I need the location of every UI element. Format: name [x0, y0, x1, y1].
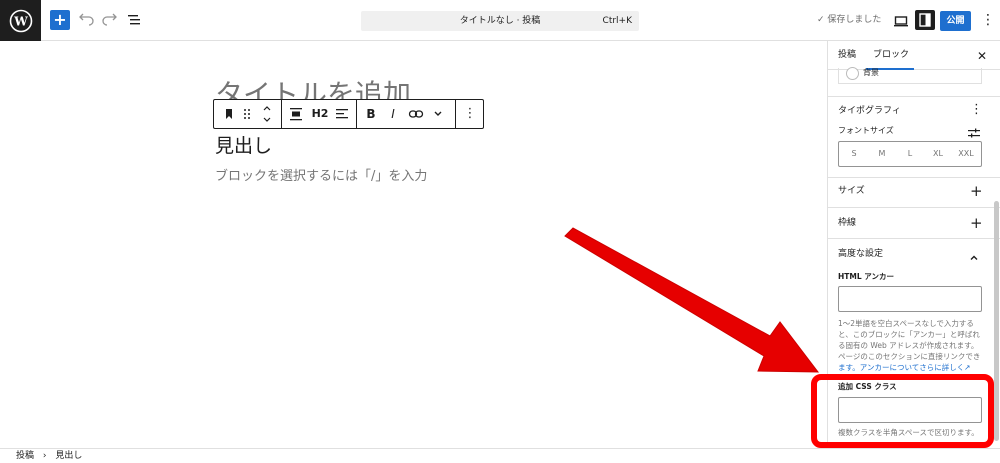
- size-panel-title[interactable]: サイズ: [838, 184, 865, 198]
- font-size-xxl[interactable]: XXL: [952, 142, 980, 166]
- font-size-picker: S M L XL XXL: [838, 141, 982, 167]
- publish-button[interactable]: 公開: [940, 11, 971, 31]
- saved-status: ✓ 保存しました: [817, 15, 882, 25]
- font-size-l[interactable]: L: [896, 142, 924, 166]
- font-size-label: フォントサイズ: [838, 126, 894, 135]
- bookmark-icon[interactable]: [218, 100, 240, 128]
- anchor-help-line: る固有の Web アドレスが作成されます。: [838, 341, 979, 350]
- typography-options-icon[interactable]: ⋮: [970, 102, 983, 118]
- desktop-preview-icon[interactable]: [894, 13, 908, 27]
- text-align-icon[interactable]: [333, 100, 351, 128]
- options-menu-icon[interactable]: ⋮: [981, 11, 995, 31]
- border-panel-title[interactable]: 枠線: [838, 216, 856, 230]
- breadcrumb-heading[interactable]: 見出し: [55, 451, 82, 461]
- sidebar-scrollbar[interactable]: [994, 201, 999, 441]
- anchor-help-line: と、このブロックに「アンカー」と呼ばれ: [838, 330, 980, 339]
- font-size-xl[interactable]: XL: [924, 142, 952, 166]
- background-color-item[interactable]: 背景: [838, 67, 982, 84]
- wordpress-logo-icon[interactable]: W: [0, 0, 41, 41]
- heading-block[interactable]: 見出し: [215, 133, 272, 159]
- align-icon[interactable]: [286, 100, 306, 128]
- command-shortcut: Ctrl+K: [602, 16, 632, 26]
- font-size-m[interactable]: M: [868, 142, 896, 166]
- close-icon[interactable]: ✕: [972, 46, 992, 66]
- html-anchor-input[interactable]: [838, 286, 982, 312]
- border-expand-icon[interactable]: +: [970, 216, 983, 231]
- html-anchor-label: HTML アンカー: [838, 272, 894, 281]
- move-up-down-icon[interactable]: [258, 100, 276, 128]
- background-label: 背景: [863, 68, 879, 77]
- bold-button[interactable]: B: [362, 100, 380, 128]
- tab-post[interactable]: 投稿: [838, 41, 856, 70]
- size-expand-icon[interactable]: +: [970, 184, 983, 199]
- breadcrumb: 投稿 › 見出し: [16, 449, 82, 463]
- heading-level-button[interactable]: H2: [310, 100, 330, 128]
- redo-icon[interactable]: [101, 11, 119, 29]
- undo-icon[interactable]: [77, 11, 95, 29]
- editor-header: W + タイトルなし · 投稿 Ctrl+K ✓ 保存しました 公開 ⋮: [0, 0, 1000, 41]
- anchor-learn-more-link[interactable]: ます。アンカーについてさらに詳しく↗: [838, 362, 986, 373]
- link-icon[interactable]: [406, 100, 426, 128]
- block-toolbar: H2 B I ⋮: [213, 99, 484, 129]
- typography-title: タイポグラフィ: [838, 106, 901, 116]
- italic-button[interactable]: I: [384, 100, 402, 128]
- editor-canvas[interactable]: タイトルを追加 H2 B I ⋮ 見出し ブロックを選択するには「/」を入力: [0, 41, 827, 448]
- svg-text:W: W: [13, 14, 28, 28]
- paragraph-placeholder[interactable]: ブロックを選択するには「/」を入力: [215, 167, 427, 187]
- chevron-down-icon[interactable]: [429, 100, 447, 128]
- block-breadcrumb-bar: 投稿 › 見出し: [0, 448, 1000, 463]
- drag-handle-icon[interactable]: [240, 100, 254, 128]
- color-swatch: [846, 67, 859, 80]
- settings-sidebar-toggle[interactable]: [915, 10, 935, 30]
- anchor-help-text: 1〜2単語を空白スペースなしで入力する と、このブロックに「アンカー」と呼ばれ …: [838, 318, 986, 373]
- breadcrumb-separator: ›: [42, 451, 47, 461]
- font-size-s[interactable]: S: [840, 142, 868, 166]
- chevron-up-icon[interactable]: [969, 248, 979, 267]
- anchor-help-line: ページのこのセクションに直接リンクでき: [838, 352, 981, 361]
- annotation-highlight-box: [811, 374, 994, 448]
- list-view-icon[interactable]: [125, 11, 143, 29]
- block-options-icon[interactable]: ⋮: [460, 100, 480, 128]
- document-title: タイトルなし · 投稿: [459, 16, 541, 26]
- advanced-panel-title[interactable]: 高度な設定: [838, 247, 883, 261]
- sidebar-tabs: 投稿 ブロック ✕: [828, 41, 1000, 70]
- sidebar-icon: [919, 13, 931, 27]
- anchor-help-line: 1〜2単語を空白スペースなしで入力する: [838, 319, 974, 328]
- breadcrumb-post[interactable]: 投稿: [16, 451, 34, 461]
- block-inserter-button[interactable]: +: [50, 10, 70, 30]
- document-bar[interactable]: タイトルなし · 投稿 Ctrl+K: [361, 11, 639, 31]
